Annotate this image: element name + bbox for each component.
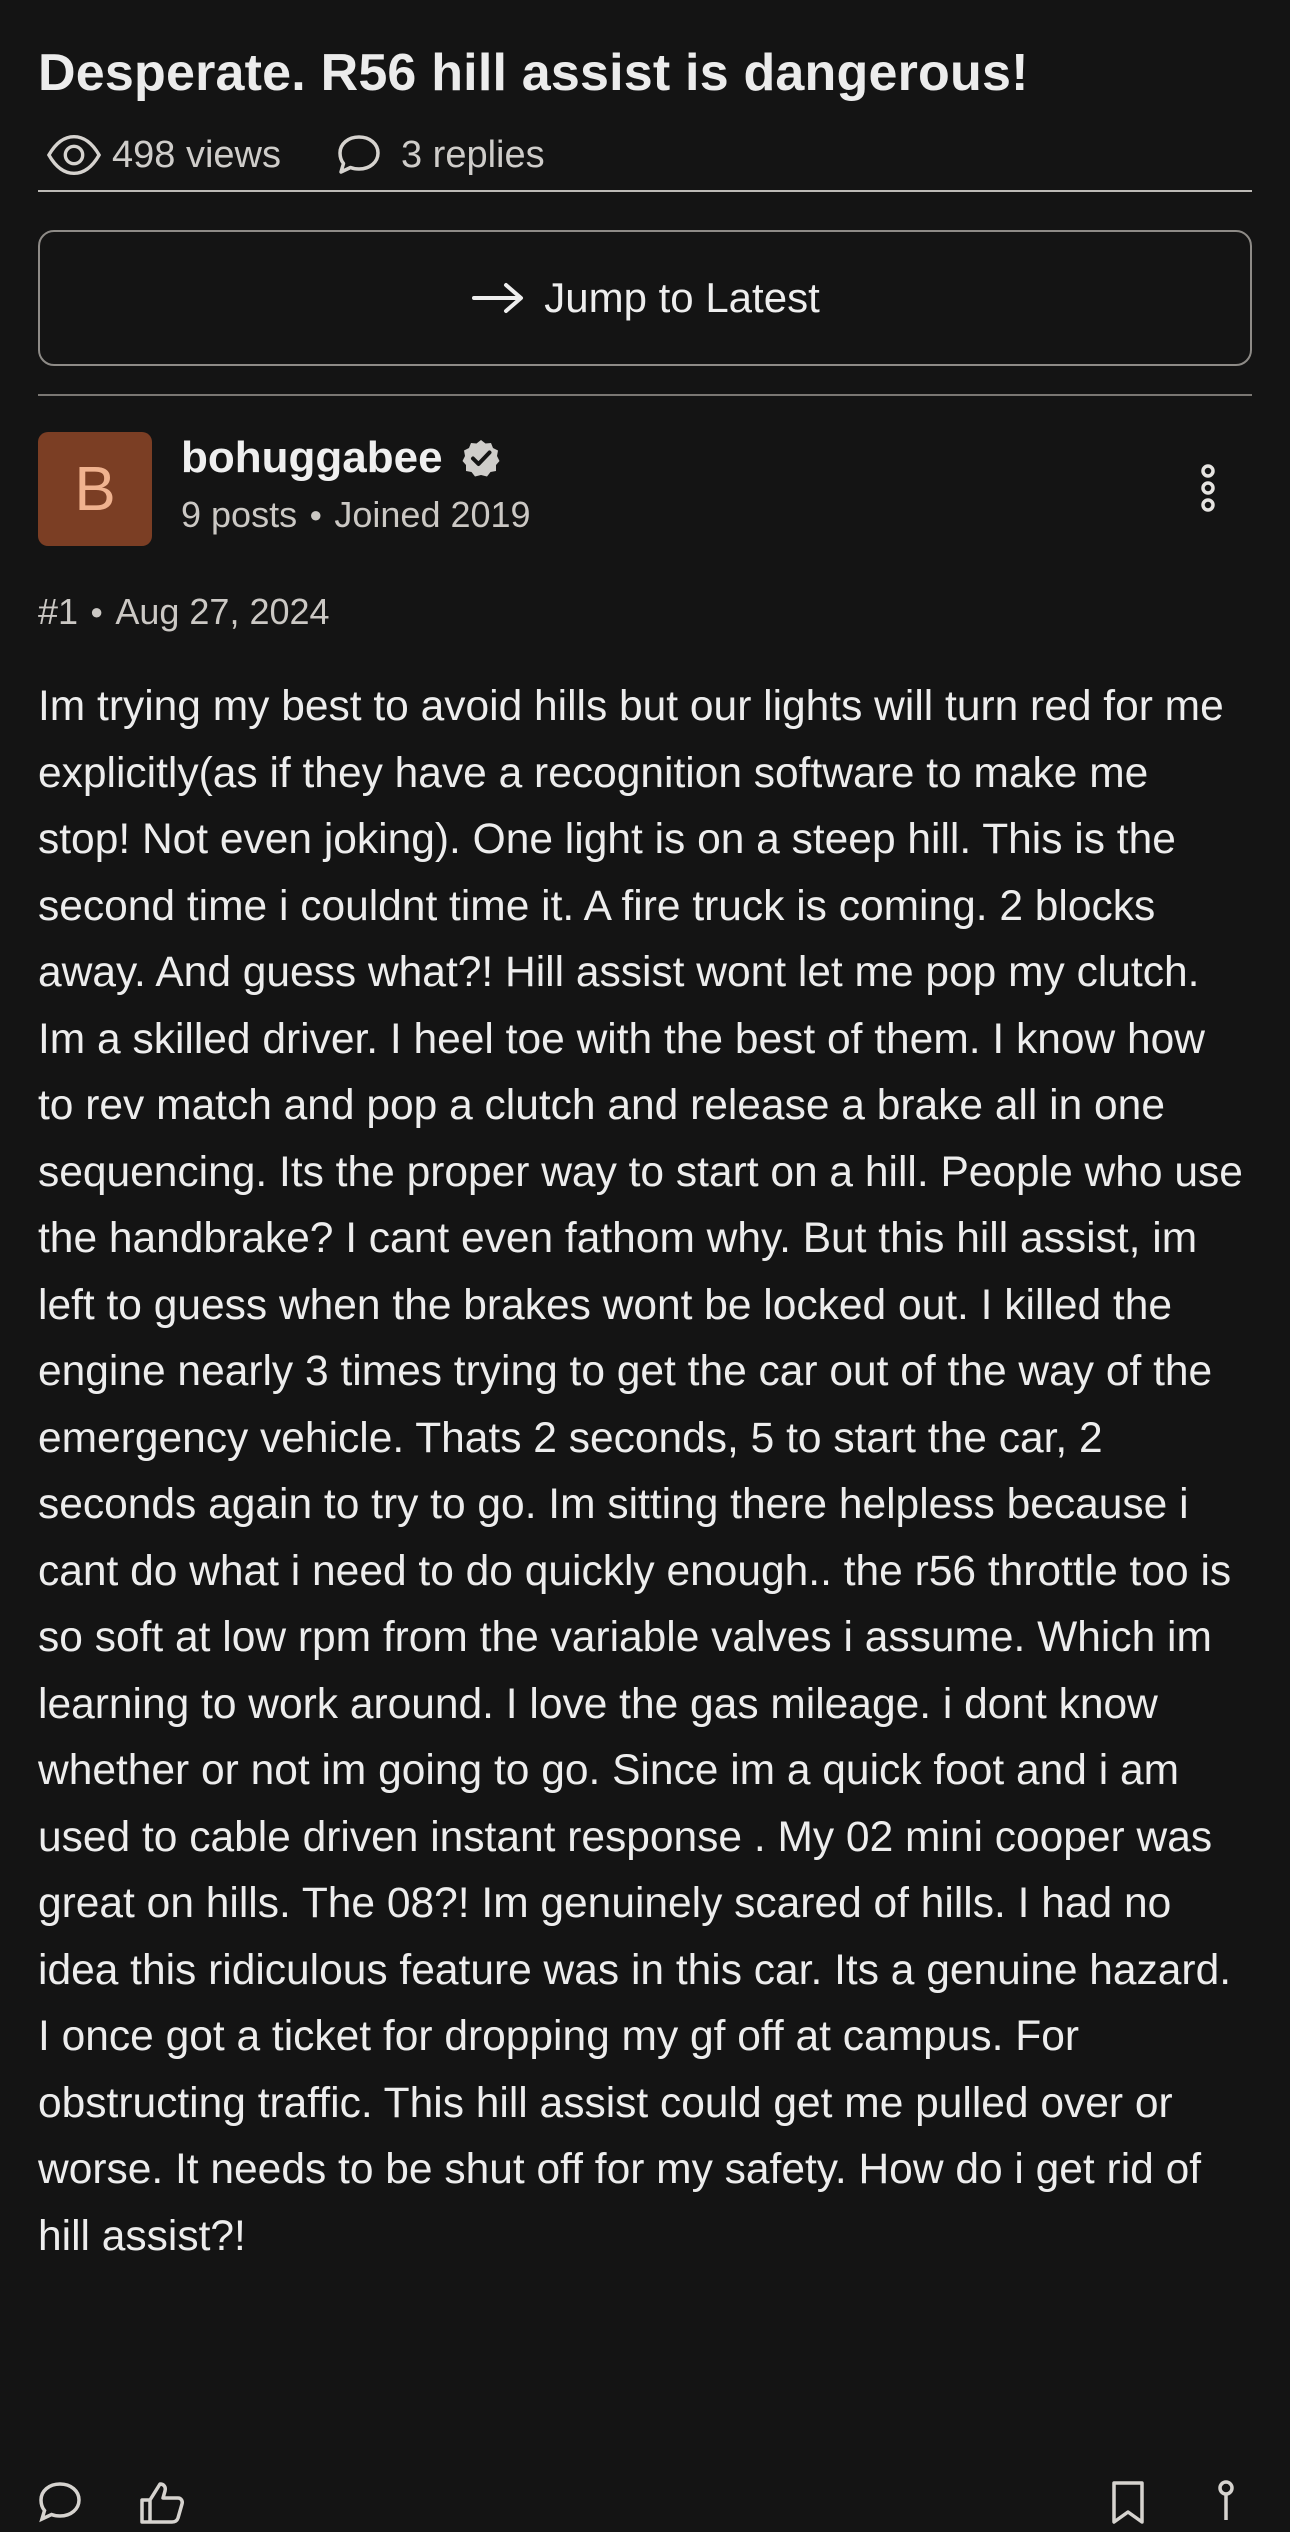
like-action[interactable] [136,2480,188,2524]
jump-to-latest-button[interactable]: Jump to Latest [38,230,1252,366]
speech-bubble-icon [335,133,391,177]
arrow-right-icon [470,278,530,318]
post-body: Im trying my best to avoid hills but our… [38,683,1243,2260]
thread-meta: 498 views 3 replies [38,120,1252,192]
separator-dot: ● [309,502,323,527]
author-name-row: bohuggabee [181,430,531,486]
author-name[interactable]: bohuggabee [181,433,443,483]
reply-action[interactable] [38,2480,90,2524]
post-meta: #1 ● Aug 27, 2024 [38,590,1252,634]
post-number[interactable]: #1 [38,591,78,633]
speech-bubble-icon [38,2480,90,2524]
thread-page: Desperate. R56 hill assist is dangerous!… [38,0,1252,2270]
more-options-button[interactable] [1198,463,1218,517]
bookmark-icon [1102,2480,1154,2524]
author-post-count: 9 posts [181,494,298,535]
post-actions-bar [38,2472,1252,2532]
separator-dot: ● [90,599,104,624]
author-stats: 9 posts ● Joined 2019 [181,494,531,536]
replies-label: 3 replies [400,133,545,176]
author-joined: Joined 2019 [334,494,531,535]
views-count: 498 views [46,133,281,177]
thread-title: Desperate. R56 hill assist is dangerous! [38,44,1029,102]
views-label: 498 views [112,133,281,176]
vertical-ellipsis-icon [1198,463,1218,517]
avatar[interactable]: B [38,432,152,546]
share-action[interactable] [1200,2480,1252,2524]
share-icon [1200,2480,1252,2524]
verified-check-icon [461,438,501,478]
jump-to-latest-label: Jump to Latest [544,274,820,321]
divider [38,394,1252,396]
post-header: B bohuggabee 9 posts ● Joined 2019 [38,432,1252,548]
eye-icon [46,133,102,177]
post-date: Aug 27, 2024 [115,591,330,632]
bookmark-action[interactable] [1102,2480,1154,2524]
replies-count[interactable]: 3 replies [335,133,545,177]
thumbs-up-icon [136,2480,188,2524]
author-block: bohuggabee 9 posts ● Joined 2019 [181,430,531,536]
